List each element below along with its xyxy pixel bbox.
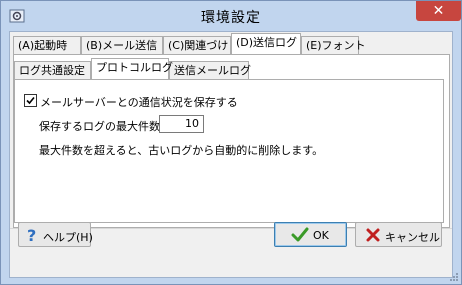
- auto-delete-note: 最大件数を超えると、古いログから自動的に削除します。: [39, 144, 324, 157]
- window-title: 環境設定: [201, 10, 261, 26]
- tab-startup[interactable]: (A)起動時: [13, 36, 81, 54]
- svg-text:?: ?: [27, 227, 36, 243]
- ok-button-label: OK: [313, 229, 329, 242]
- title-bar[interactable]: 環境設定 ✕: [1, 1, 461, 31]
- check-icon: [291, 227, 309, 246]
- close-button[interactable]: ✕: [416, 1, 461, 21]
- ok-button[interactable]: OK: [274, 222, 347, 247]
- help-icon: ?: [25, 226, 39, 246]
- cancel-button[interactable]: キャンセル: [355, 222, 442, 247]
- help-button-label: ヘルプ(H): [43, 231, 93, 244]
- subtab-sent-mail-log[interactable]: 送信メールログ: [169, 61, 251, 79]
- settings-window: 環境設定 ✕ (A)起動時 (B)メール送信 (C)関連づけ (D)送信ログ (…: [0, 0, 462, 285]
- save-protocol-checkbox[interactable]: [24, 94, 37, 107]
- resize-grip-icon[interactable]: [449, 272, 459, 282]
- help-button[interactable]: ? ヘルプ(H): [18, 222, 93, 247]
- tab-mail-send[interactable]: (B)メール送信: [81, 36, 163, 54]
- tab-association[interactable]: (C)関連づけ: [163, 36, 231, 54]
- save-protocol-label[interactable]: メールサーバーとの通信状況を保存する: [40, 94, 238, 110]
- subtab-protocol-log[interactable]: プロトコルログ: [91, 58, 173, 79]
- cancel-button-label: キャンセル: [385, 231, 440, 244]
- tab-send-log[interactable]: (D)送信ログ: [231, 33, 301, 54]
- max-count-label: 保存するログの最大件数: [39, 120, 160, 133]
- tab-font[interactable]: (E)フォント: [301, 36, 366, 54]
- subtab-common-settings[interactable]: ログ共通設定: [14, 61, 91, 79]
- x-mark-icon: [365, 227, 381, 246]
- max-count-input[interactable]: 10: [159, 115, 204, 133]
